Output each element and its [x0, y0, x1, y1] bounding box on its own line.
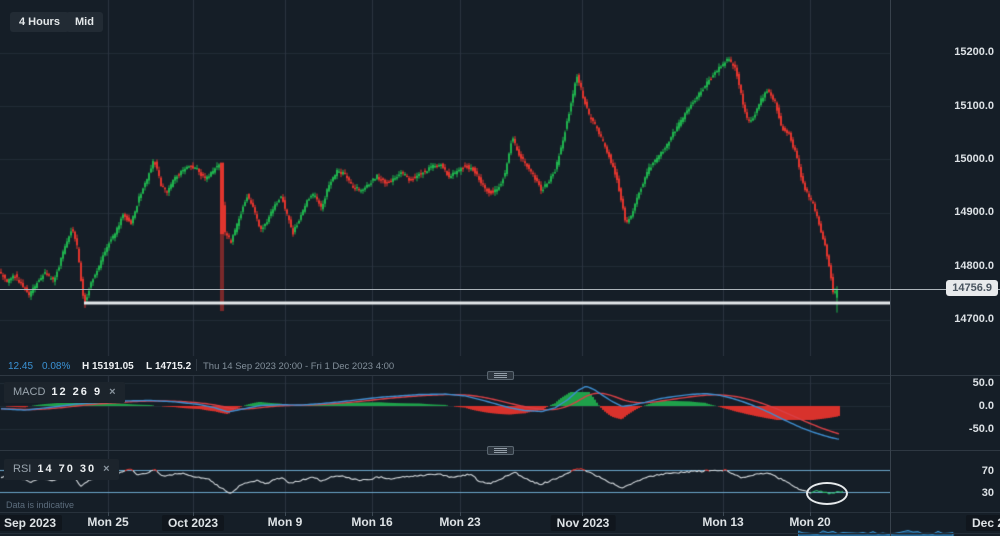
time-axis-tick: [582, 512, 583, 516]
timeframe-button[interactable]: 4 Hours: [10, 12, 69, 32]
time-axis-tick: [723, 512, 724, 516]
high-value: 15191.05: [92, 361, 134, 372]
info-bar-divider: [196, 359, 197, 371]
rsi-ellipse-annotation[interactable]: [806, 482, 848, 505]
time-axis-separator: [0, 512, 1000, 513]
low-value: 14715.2: [155, 361, 191, 372]
time-axis-label-month: Dec 2023: [966, 515, 1000, 531]
macd-panel-drag-handle[interactable]: [487, 371, 514, 380]
time-axis-tick: [810, 512, 811, 516]
price-axis-label: 15000.0: [892, 153, 998, 165]
bottom-panel-separator: [0, 533, 1000, 534]
price-axis-label: 14900.0: [892, 206, 998, 218]
rsi-close-icon[interactable]: ×: [103, 463, 109, 475]
price-axis-label: 15100.0: [892, 100, 998, 112]
rsi-axis-label: 30: [892, 487, 998, 499]
trading-chart-app: 4 Hours Mid 12.45 0.08% H 15191.05 L 147…: [0, 0, 1000, 536]
price-axis-label: 14800.0: [892, 260, 998, 272]
current-price-tag[interactable]: 14756.9: [946, 280, 998, 296]
price-axis-label: 14700.0: [892, 313, 998, 325]
date-range: Thu 14 Sep 2023 20:00 - Fri 1 Dec 2023 4…: [203, 361, 394, 372]
drag-handle-icon: [494, 373, 507, 378]
rsi-title: RSI: [13, 463, 31, 475]
data-indicative-note: Data is indicative: [6, 500, 74, 510]
rsi-params: 14 70 30: [37, 463, 96, 475]
rsi-axis-label: 70: [892, 465, 998, 477]
main-price-chart[interactable]: [0, 0, 890, 356]
high-label: H: [82, 361, 89, 372]
time-axis-label-month: Oct 2023: [162, 515, 224, 531]
macd-indicator-label[interactable]: MACD 12 26 9 ×: [4, 382, 125, 403]
macd-params: 12 26 9: [51, 386, 102, 398]
time-axis-tick: [460, 512, 461, 516]
time-axis-label-month: Sep 2023: [0, 515, 62, 531]
change-value: 12.45: [8, 361, 33, 372]
rsi-indicator-label[interactable]: RSI 14 70 30 ×: [4, 459, 119, 480]
time-axis-tick: [193, 512, 194, 516]
time-axis-tick: [372, 512, 373, 516]
time-axis-label: Mon 23: [439, 515, 480, 529]
time-axis-label: Mon 9: [268, 515, 303, 529]
time-axis-label: Mon 25: [87, 515, 128, 529]
time-axis-label: Mon 13: [702, 515, 743, 529]
price-axis-label: 15200.0: [892, 46, 998, 58]
time-axis-label: Mon 16: [351, 515, 392, 529]
current-price-line[interactable]: [0, 289, 1000, 290]
price-axis-border: [890, 0, 891, 536]
low-label: L: [146, 361, 152, 372]
macd-close-icon[interactable]: ×: [109, 386, 115, 398]
macd-title: MACD: [13, 386, 45, 398]
time-axis-label-month: Nov 2023: [551, 515, 616, 531]
macd-axis-label: 0.0: [892, 400, 998, 412]
drag-handle-icon: [494, 448, 507, 453]
macd-panel-chart[interactable]: [0, 376, 890, 450]
macd-axis-label: 50.0: [892, 377, 998, 389]
time-axis-tick: [285, 512, 286, 516]
rsi-panel-drag-handle[interactable]: [487, 446, 514, 455]
macd-axis-label: -50.0: [892, 423, 998, 435]
price-type-button[interactable]: Mid: [66, 12, 103, 32]
time-axis-label: Mon 20: [789, 515, 830, 529]
rsi-panel-chart[interactable]: [0, 451, 890, 512]
time-axis-tick: [108, 512, 109, 516]
change-percent: 0.08%: [42, 361, 70, 372]
